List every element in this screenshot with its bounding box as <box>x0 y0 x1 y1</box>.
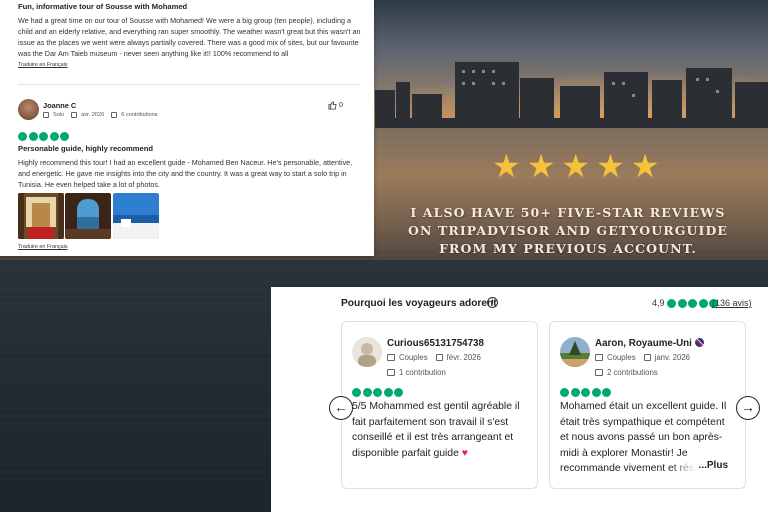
rating-dot <box>39 132 48 141</box>
review-card[interactable]: Aaron, Royaume-Uni Couples janv. 2026 2 … <box>549 321 746 489</box>
bubble-rating <box>18 132 69 141</box>
review-date: avr. 2026 <box>81 112 105 118</box>
bubble-rating <box>352 388 403 397</box>
trip-type: Solo <box>53 112 65 118</box>
star-icon: ★ <box>561 147 591 185</box>
contributions: 6 contributions <box>121 112 158 118</box>
contributions: 2 contributions <box>607 368 658 377</box>
review-card[interactable]: Curious65131754738 Couples févr. 2026 1 … <box>341 321 538 489</box>
carousel-prev-button[interactable]: ← <box>329 396 353 420</box>
review-screenshot-card: Fun, informative tour of Sousse with Moh… <box>0 0 374 256</box>
review-date: févr. 2026 <box>446 353 481 362</box>
arrow-right-icon: → <box>741 399 755 415</box>
uk-flag-icon <box>694 338 704 347</box>
avatar <box>352 337 382 367</box>
arrow-left-icon: ← <box>334 399 348 415</box>
calendar-icon <box>71 112 78 118</box>
calendar-icon <box>643 354 651 361</box>
reviewer-name-text: Aaron, Royaume-Uni <box>595 338 692 349</box>
reviews-carousel: Pourquoi les voyageurs adorent i 4,9 (13… <box>271 287 768 512</box>
trip-type: Couples <box>399 353 428 362</box>
review-body: We had a great time on our tour of Souss… <box>18 16 361 58</box>
review-photo[interactable] <box>18 193 64 239</box>
five-star-rating: ★ ★ ★ ★ ★ <box>492 150 659 182</box>
review-title: Personable guide, highly recommend <box>18 144 154 153</box>
reviewer-name[interactable]: Joanne C <box>43 101 76 110</box>
reviewer-contributions: 1 contribution <box>387 368 446 377</box>
carousel-next-button[interactable]: → <box>736 396 760 420</box>
rating-dot <box>383 388 393 397</box>
star-icon: ★ <box>492 147 521 185</box>
rating-dot <box>677 299 687 308</box>
promo-tagline: I also have 50+ five-star reviews on Tri… <box>407 205 729 256</box>
bubble-rating <box>560 388 611 397</box>
review-body: 5/5 Mohammed est gentil agréable il fait… <box>352 399 524 461</box>
star-icon: ★ <box>596 147 625 185</box>
rating-dot <box>688 299 697 308</box>
contributions: 1 contribution <box>399 368 446 377</box>
person-icon <box>43 112 49 118</box>
people-icon <box>595 354 603 361</box>
comment-icon <box>595 369 603 376</box>
review-count-link[interactable]: (136 avis) <box>712 298 752 308</box>
pencil-icon <box>111 112 118 118</box>
reviewer-meta: Couples févr. 2026 <box>387 353 481 362</box>
info-icon[interactable]: i <box>487 297 498 308</box>
review-body: Highly recommend this tour! I had an exc… <box>18 158 353 189</box>
review-photo[interactable] <box>113 193 159 239</box>
thumbs-up-icon <box>328 101 337 110</box>
avatar <box>18 99 39 120</box>
reviewer-contributions: 2 contributions <box>595 368 658 377</box>
rating-dot <box>28 132 38 141</box>
rating-dot <box>581 388 590 397</box>
divider <box>18 84 360 85</box>
rating-dot <box>49 132 59 141</box>
bubble-rating <box>667 299 718 308</box>
rating-dot <box>373 388 382 397</box>
section-title: Pourquoi les voyageurs adorent <box>341 298 497 309</box>
translate-link[interactable]: Traduire en Français <box>18 62 68 68</box>
comment-icon <box>387 369 395 376</box>
like-button[interactable]: 0 <box>328 101 343 110</box>
people-icon <box>387 354 395 361</box>
rating-dot <box>698 299 708 308</box>
trip-type: Couples <box>607 353 636 362</box>
rating-dot <box>591 388 601 397</box>
reviewer-name[interactable]: Aaron, Royaume-Uni <box>595 338 704 349</box>
rating-dot <box>18 132 27 141</box>
rating-dot <box>570 388 580 397</box>
rating-dot <box>60 132 69 141</box>
rating-dot <box>394 388 403 397</box>
reviewer-meta: Solo avr. 2026 6 contributions <box>43 112 158 118</box>
average-rating: 4,9 <box>652 298 665 308</box>
reviewer-meta: Couples janv. 2026 <box>595 353 690 362</box>
avatar <box>560 337 590 367</box>
review-photo[interactable] <box>65 193 111 239</box>
review-date: janv. 2026 <box>654 353 691 362</box>
rating-dot <box>667 299 676 308</box>
translate-link[interactable]: Traduire en Français <box>18 244 68 250</box>
heart-icon: ♥ <box>461 447 468 459</box>
review-body: Mohamed était un excellent guide. Il éta… <box>560 401 727 474</box>
read-more-link[interactable]: ...Plus <box>699 460 728 471</box>
like-count: 0 <box>339 102 343 109</box>
calendar-icon <box>435 354 443 361</box>
star-icon: ★ <box>630 147 660 185</box>
star-icon: ★ <box>526 147 556 185</box>
review-text: 5/5 Mohammed est gentil agréable il fait… <box>352 401 520 459</box>
rating-dot <box>362 388 372 397</box>
rating-dot <box>352 388 361 397</box>
review-title: Fun, informative tour of Sousse with Moh… <box>18 2 188 11</box>
rating-dot <box>560 388 569 397</box>
reviewer-name[interactable]: Curious65131754738 <box>387 338 484 349</box>
rating-dot <box>602 388 611 397</box>
